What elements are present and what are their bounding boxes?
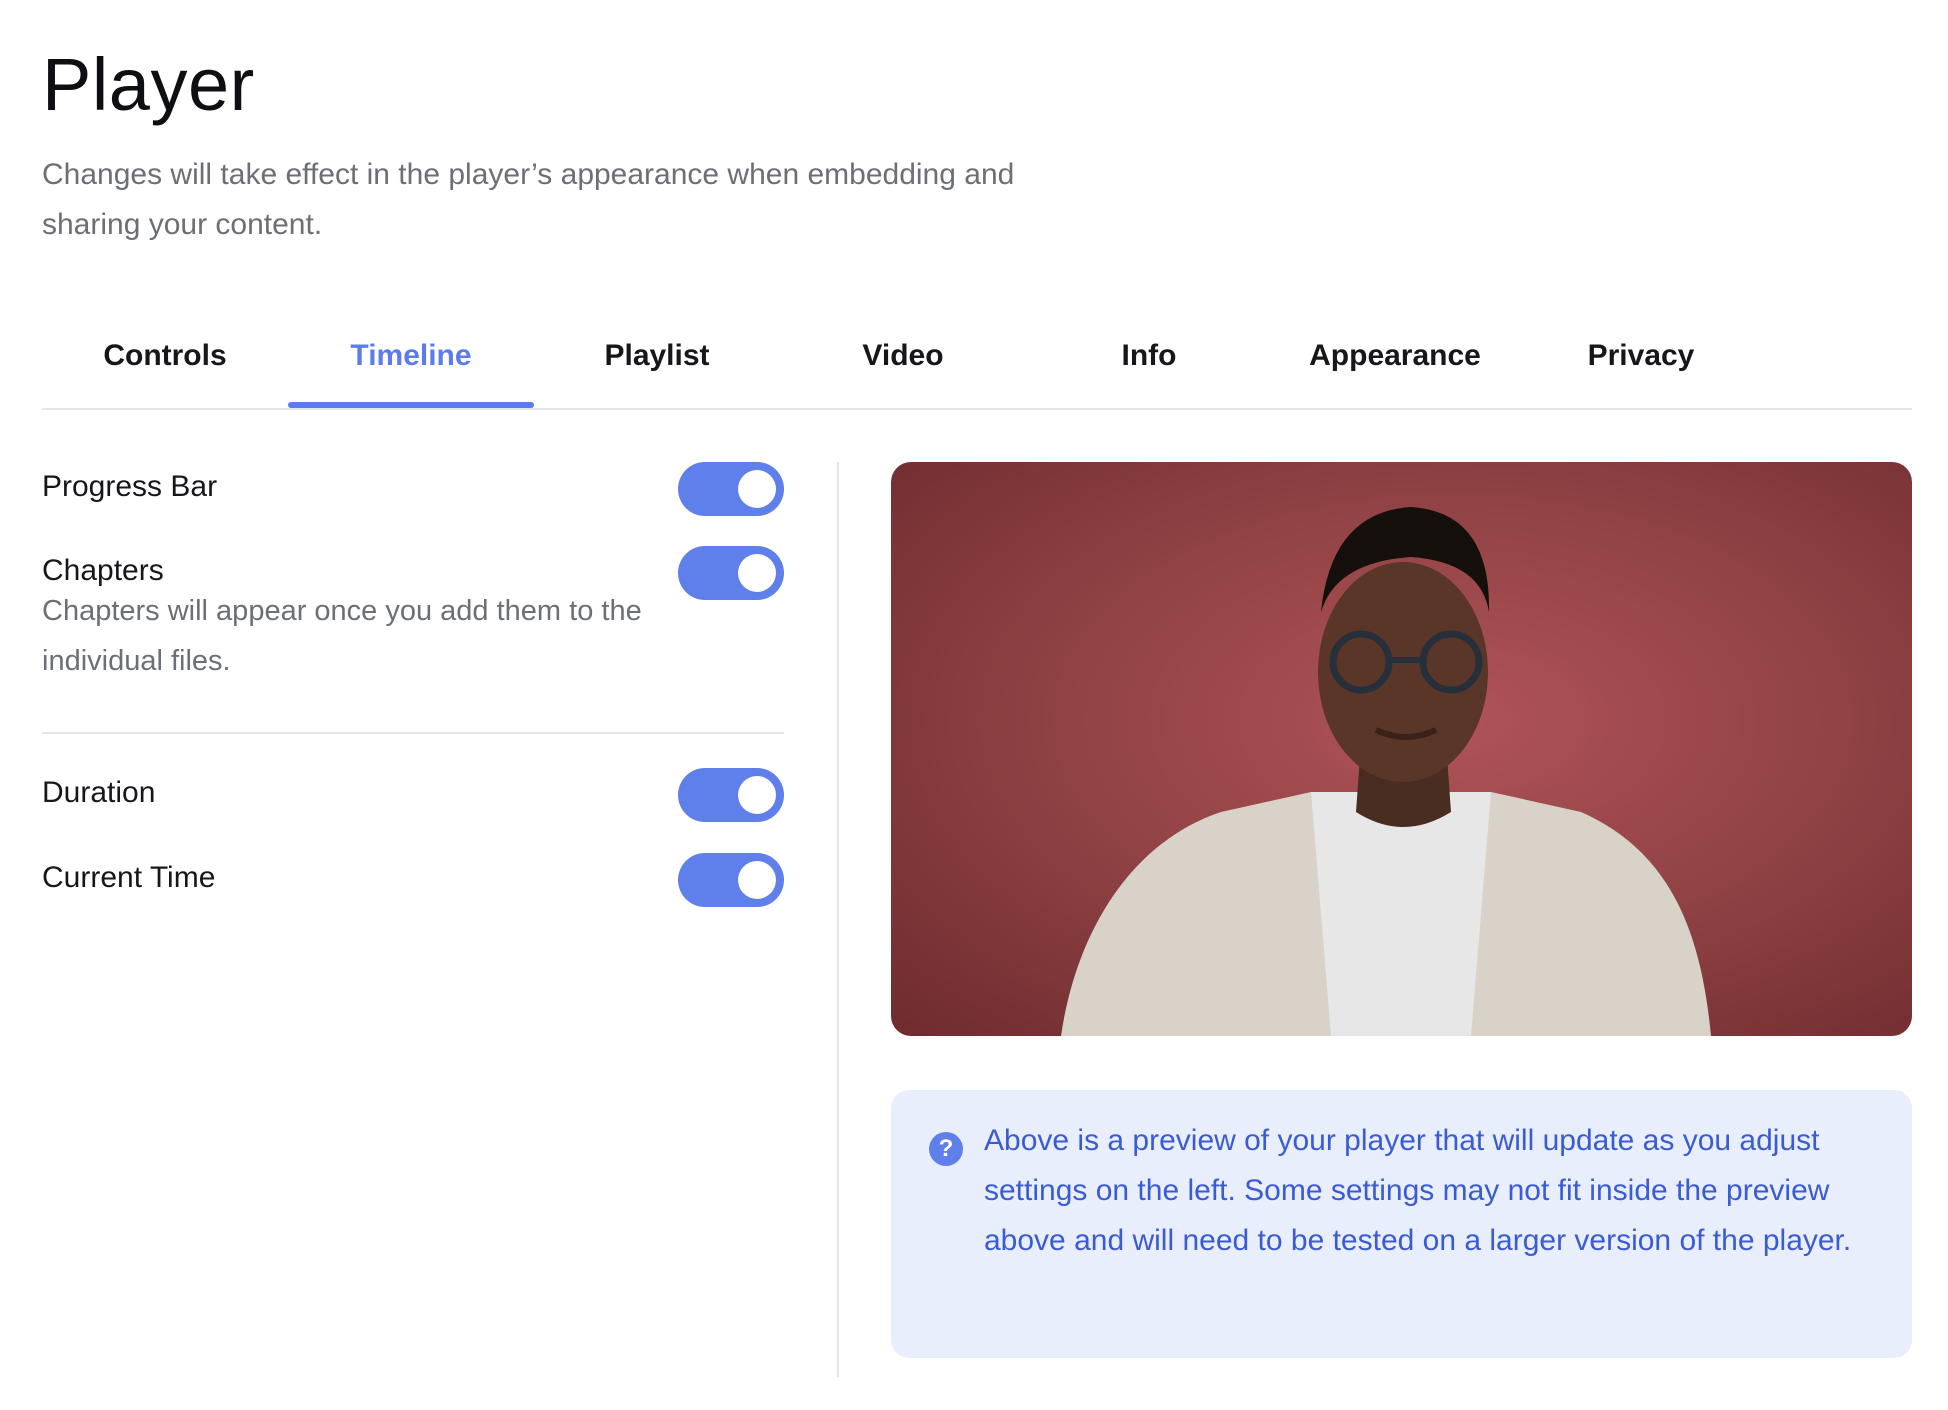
duration-label: Duration: [42, 776, 156, 809]
chapters-label: Chapters: [42, 554, 164, 587]
chapters-toggle[interactable]: [678, 546, 784, 600]
tab-playlist[interactable]: Playlist: [534, 320, 780, 392]
settings-divider: [42, 732, 784, 734]
duration-toggle[interactable]: [678, 768, 784, 822]
toggle-knob: [738, 554, 776, 592]
preview-info-box: ? Above is a preview of your player that…: [891, 1090, 1912, 1358]
progress-bar-toggle[interactable]: [678, 462, 784, 516]
preview-info-text: Above is a preview of your player that w…: [984, 1124, 1852, 1257]
toggle-knob: [738, 861, 776, 899]
tab-bar: Controls Timeline Playlist Video Info Ap…: [42, 320, 1912, 410]
preview-person-image: [1061, 507, 1711, 1036]
toggle-knob: [738, 470, 776, 508]
toggle-knob: [738, 776, 776, 814]
tab-info[interactable]: Info: [1026, 320, 1272, 392]
chapters-description: Chapters will appear once you add them t…: [42, 595, 642, 677]
tab-privacy[interactable]: Privacy: [1518, 320, 1764, 392]
page-title: Player: [42, 43, 255, 126]
page-subtitle: Changes will take effect in the player’s…: [42, 158, 1015, 241]
column-divider: [837, 462, 839, 1377]
tab-video[interactable]: Video: [780, 320, 1026, 392]
player-preview[interactable]: [891, 462, 1912, 1036]
current-time-label: Current Time: [42, 861, 216, 894]
tab-timeline[interactable]: Timeline: [288, 320, 534, 408]
question-circle-icon: ?: [929, 1132, 963, 1166]
tab-controls[interactable]: Controls: [42, 320, 288, 392]
tab-appearance[interactable]: Appearance: [1272, 320, 1518, 392]
current-time-toggle[interactable]: [678, 853, 784, 907]
progress-bar-label: Progress Bar: [42, 470, 218, 503]
